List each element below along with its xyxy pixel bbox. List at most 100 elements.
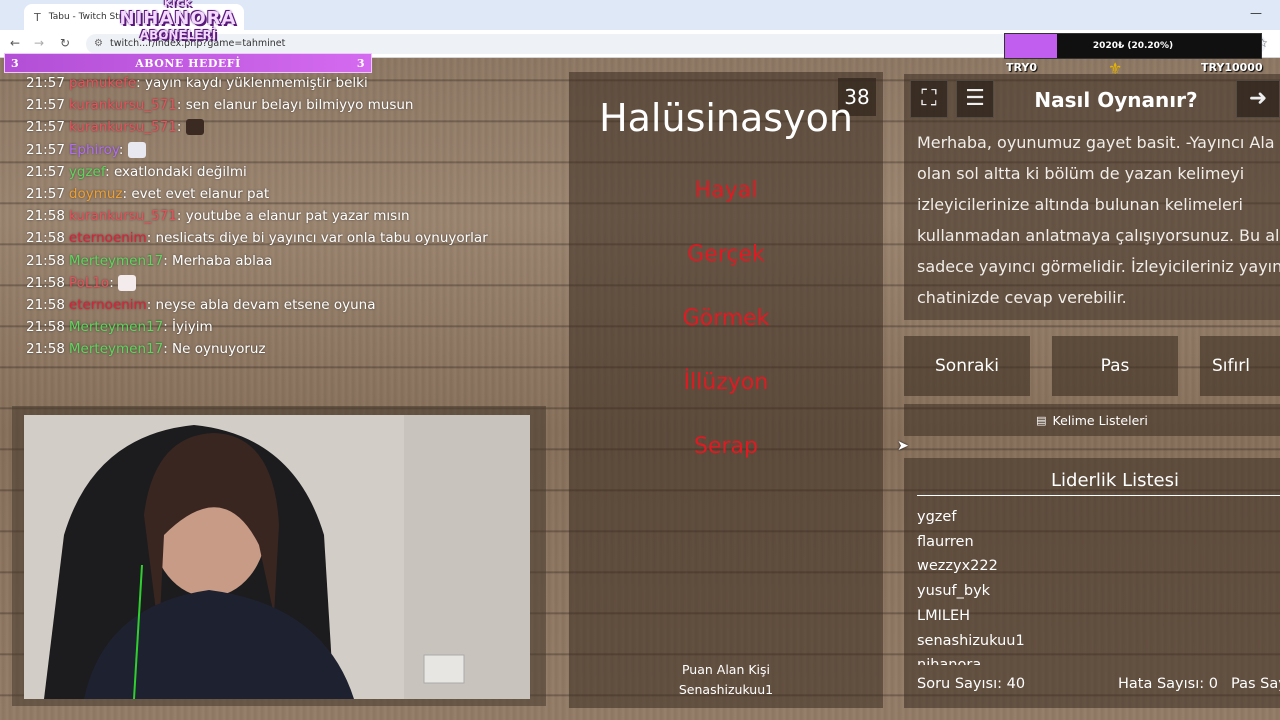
chat-text: neyse abla devam etsene oyuna xyxy=(155,297,376,314)
minimize-icon[interactable]: — xyxy=(1250,6,1262,20)
chat-separator: : xyxy=(163,341,173,358)
chat-message: 21:58 kurankursu_571: youtube a elanur pa… xyxy=(26,205,548,227)
donation-min-label: TRY0 xyxy=(1006,61,1037,74)
chat-message: 21:58 eternoenim: neslicats diye bi yayın… xyxy=(26,227,548,249)
exit-icon[interactable]: ➜ xyxy=(1236,80,1280,118)
chat-username[interactable]: doymuz xyxy=(69,186,123,202)
sub-goal-right-count: 3 xyxy=(356,56,365,70)
question-count: Soru Sayısı: 40 xyxy=(917,676,1025,692)
chat-separator: : xyxy=(146,230,156,247)
error-count-value: 0 xyxy=(1208,676,1218,692)
scorer-label: Puan Alan Kişi xyxy=(681,662,771,677)
chat-username[interactable]: pamukefe xyxy=(69,75,136,91)
question-count-label: Soru Sayısı: xyxy=(917,676,1003,692)
donation-text: 2020₺ (20.20%) xyxy=(1092,41,1174,51)
chat-message: 21:58 Merteymen17: İyiyim xyxy=(26,316,548,338)
chat-username[interactable]: Ephiroy xyxy=(69,142,119,158)
chat-timestamp: 21:57 xyxy=(26,119,65,136)
chat-separator: : xyxy=(105,163,114,180)
taboo-word: Hayal xyxy=(694,178,758,203)
leaderboard-entry: flaurren xyxy=(917,533,974,550)
chat-separator: : xyxy=(163,252,173,269)
chat-message: 21:57 Ephiroy: xyxy=(26,139,548,161)
how-to-play-line: Merhaba, oyunumuz gayet basit. -Yayıncı … xyxy=(917,133,1275,152)
chat-username[interactable]: Merteymen17 xyxy=(69,253,163,269)
streamer-logo: KICK NIHANORA ABONELERİ xyxy=(116,0,240,48)
logo-mid-text: ABONELERİ xyxy=(139,28,217,42)
reload-icon[interactable]: ↻ xyxy=(60,36,70,50)
chat-text: sen elanur belayı bilmiyyo musun xyxy=(185,97,414,114)
taboo-word: Görmek xyxy=(682,306,770,331)
chat-text: yayın kaydı yüklenmemiştir belki xyxy=(145,75,368,91)
sub-goal-label: ABONE HEDEFİ xyxy=(135,56,241,70)
chat-text: İyiyim xyxy=(172,319,213,336)
word-lists-button[interactable]: ▤ Kelime Listeleri xyxy=(904,404,1280,436)
chat-separator: : xyxy=(146,297,156,314)
chat-message: 21:58 Merteymen17: Ne oynuyoruz xyxy=(26,338,548,360)
chat-message: 21:58 Merteymen17: Merhaba ablaa xyxy=(26,250,548,272)
how-to-play-title: Nasıl Oynanır? xyxy=(1034,88,1198,112)
chat-timestamp: 21:58 xyxy=(26,274,65,291)
chat-timestamp: 21:57 xyxy=(26,186,65,203)
how-to-play-line: sadece yayıncı görmelidir. İzleyicilerin… xyxy=(917,257,1280,276)
chat-text: Merhaba ablaa xyxy=(172,252,273,269)
chat-emote-icon xyxy=(185,119,204,136)
how-to-play-line: chatinizde cevap verebilir. xyxy=(917,288,1127,307)
chat-message: 21:57 pamukefe: yayın kaydı yüklenmemişti… xyxy=(26,72,548,94)
chat-username[interactable]: kurankursu_571 xyxy=(69,208,177,224)
webcam-video xyxy=(24,415,530,699)
how-to-play-text: Merhaba, oyunumuz gayet basit. -Yayıncı … xyxy=(917,127,1280,317)
chat-panel: 21:57 pamukefe: yayın kaydı yüklenmemişti… xyxy=(8,72,548,372)
chat-username[interactable]: Merteymen17 xyxy=(69,319,163,335)
chat-separator: : xyxy=(136,75,145,91)
chat-timestamp: 21:58 xyxy=(26,319,65,336)
fullscreen-icon[interactable]: ⛶ xyxy=(910,80,948,118)
chat-username[interactable]: kurankursu_571 xyxy=(69,119,177,135)
reset-button[interactable]: Sıfırl xyxy=(1200,336,1280,396)
chat-username[interactable]: kurankursu_571 xyxy=(69,97,177,113)
leaderboard-entry: ygzef xyxy=(917,509,957,525)
target-word: Halüsinasyon xyxy=(599,96,853,140)
mouse-cursor-icon: ➤ xyxy=(897,438,909,454)
scorer-name: Senashizukuu1 xyxy=(678,682,774,697)
chat-separator: : xyxy=(118,141,128,158)
chat-message: 21:58 PoL1o: xyxy=(26,272,548,294)
leaderboard-entry: nihanora xyxy=(917,653,1277,665)
chat-username[interactable]: eternoenim xyxy=(69,230,147,246)
notes-icon[interactable]: ☰ xyxy=(956,80,994,118)
chat-timestamp: 21:57 xyxy=(26,75,65,91)
taboo-word: Serap xyxy=(694,434,758,459)
site-info-icon[interactable]: ⚙ xyxy=(94,34,103,54)
how-to-play-line: izleyicilerinize altında bulunan kelimel… xyxy=(917,195,1243,214)
chat-username[interactable]: PoL1o xyxy=(69,275,109,291)
chat-username[interactable]: eternoenim xyxy=(69,297,147,313)
next-button[interactable]: Sonraki xyxy=(904,336,1030,396)
sub-goal-bar: 3 ABONE HEDEFİ 3 xyxy=(4,53,372,73)
chat-text: Ne oynuyoruz xyxy=(172,341,266,358)
chat-text: youtube a elanur pat yazar mısın xyxy=(185,208,410,225)
chat-text: exatlondaki değilmi xyxy=(113,163,247,180)
leaderboard-entry: LMILEH xyxy=(917,607,971,624)
forward-icon[interactable]: → xyxy=(34,36,44,50)
sub-goal-left-count: 3 xyxy=(11,56,20,70)
chat-timestamp: 21:57 xyxy=(26,97,65,114)
back-icon[interactable]: ← xyxy=(10,36,20,50)
error-count-label: Hata Sayısı: xyxy=(1118,676,1205,692)
book-icon: ▤ xyxy=(1036,413,1047,427)
chat-timestamp: 21:57 xyxy=(26,141,65,158)
chat-separator: : xyxy=(163,319,173,336)
chat-username[interactable]: ygzef xyxy=(69,164,105,180)
chat-separator: : xyxy=(176,119,186,136)
chat-text: evet evet elanur pat xyxy=(131,186,270,203)
leaderboard-list[interactable]: ygzef flaurren wezzyx222 yusuf_byk LMILEH sen… xyxy=(917,505,1277,665)
chat-message: 21:57 kurankursu_571: sen elanur belayı b… xyxy=(26,94,548,116)
chat-separator: : xyxy=(109,274,119,291)
chat-message: 21:58 eternoenim: neyse abla devam etsene… xyxy=(26,294,548,316)
chat-message: 21:57 kurankursu_571: xyxy=(26,116,548,138)
chat-username[interactable]: Merteymen17 xyxy=(69,341,163,357)
chat-separator: : xyxy=(176,208,186,225)
pass-button[interactable]: Pas xyxy=(1052,336,1178,396)
logo-big-text: NIHANORA xyxy=(119,8,237,29)
error-count: Hata Sayısı: 0 xyxy=(1118,676,1218,692)
leaderboard-entry: yusuf_byk xyxy=(917,583,991,600)
